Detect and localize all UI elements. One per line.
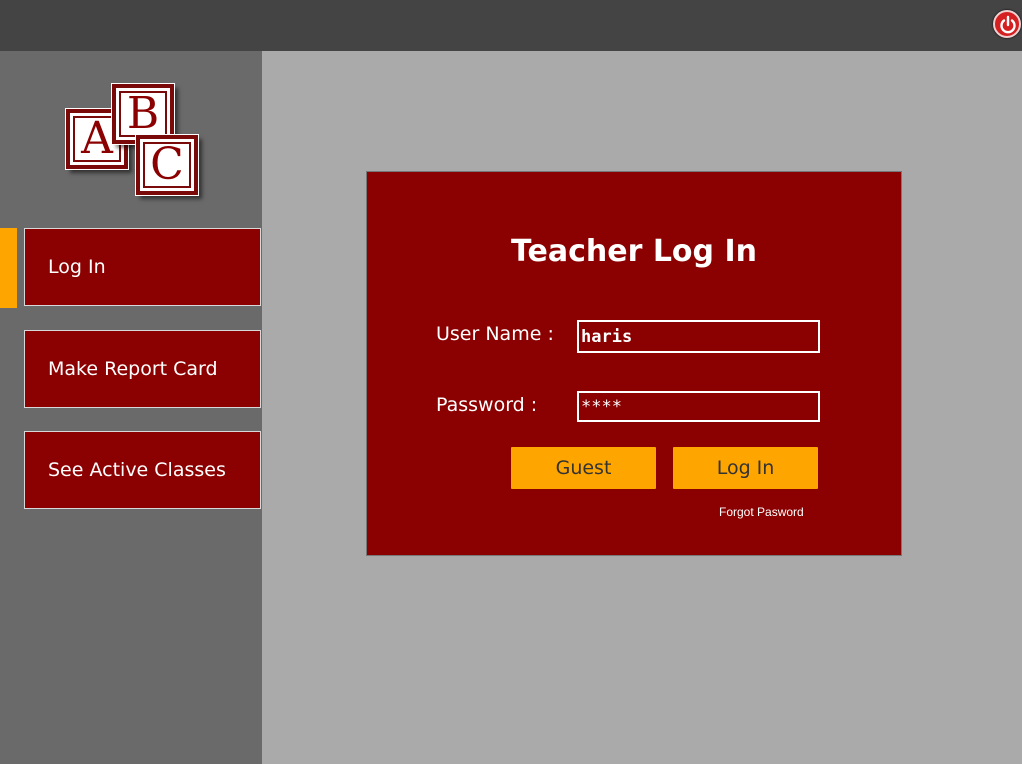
sidebar-item-label: See Active Classes bbox=[48, 459, 226, 481]
forgot-password-link[interactable]: Forgot Pasword bbox=[719, 505, 804, 519]
logo-letter-b: B bbox=[119, 91, 167, 137]
password-label: Password : bbox=[436, 394, 538, 416]
power-icon[interactable] bbox=[993, 10, 1021, 38]
login-panel: Teacher Log In User Name : Password : Gu… bbox=[366, 171, 902, 556]
sidebar-item-see-active-classes[interactable]: See Active Classes bbox=[24, 431, 261, 509]
username-input[interactable] bbox=[577, 320, 820, 353]
abc-logo: A B C bbox=[62, 81, 212, 206]
login-button[interactable]: Log In bbox=[673, 447, 818, 489]
sidebar-item-label: Make Report Card bbox=[48, 358, 218, 380]
sidebar-item-make-report-card[interactable]: Make Report Card bbox=[24, 330, 261, 408]
active-nav-indicator bbox=[0, 228, 17, 308]
guest-button[interactable]: Guest bbox=[511, 447, 656, 489]
logo-letter-c: C bbox=[143, 142, 191, 188]
login-title: Teacher Log In bbox=[511, 234, 757, 269]
top-bar bbox=[0, 0, 1022, 51]
logo-block-c: C bbox=[135, 134, 199, 196]
sidebar-item-label: Log In bbox=[48, 256, 106, 278]
sidebar-item-log-in[interactable]: Log In bbox=[24, 228, 261, 306]
power-glyph bbox=[1000, 15, 1016, 34]
password-input[interactable] bbox=[577, 391, 820, 422]
username-label: User Name : bbox=[436, 323, 554, 345]
